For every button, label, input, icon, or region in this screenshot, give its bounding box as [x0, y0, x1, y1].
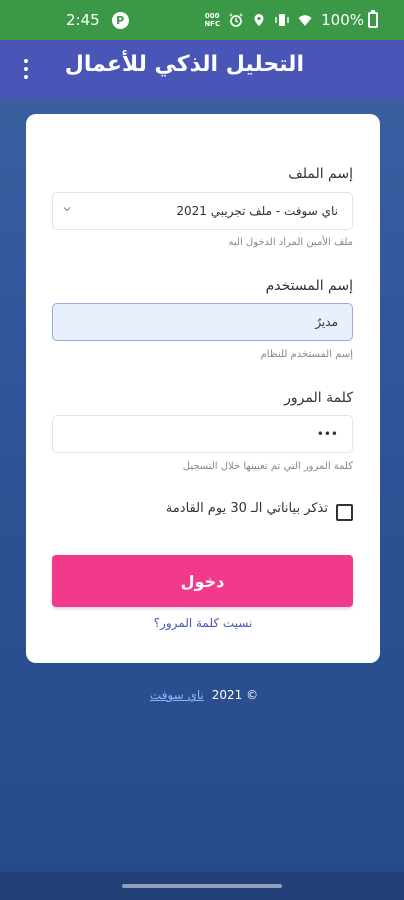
status-bar: 2:45 P 000 NFC 100%	[0, 0, 404, 40]
battery-icon	[368, 10, 378, 28]
status-time: 2:45	[66, 11, 100, 29]
username-field[interactable]: مديرٌ	[52, 303, 353, 341]
wifi-icon	[298, 15, 312, 26]
status-icons: 000 NFC 100%	[204, 10, 378, 29]
footer: © 2021 ناي سوفت	[0, 688, 404, 702]
file-select-value: ناي سوفت - ملف تجريبي 2021	[176, 204, 338, 218]
password-label: كلمة المرور	[284, 390, 353, 406]
location-icon	[254, 14, 264, 26]
app-title: التحليل الذكي للأعمال	[64, 52, 304, 77]
password-value: •••	[316, 427, 338, 441]
alarm-icon	[229, 13, 243, 27]
username-hint: إسم المستخدم للنظام	[260, 349, 353, 360]
password-field[interactable]: •••	[52, 415, 353, 453]
home-gesture-handle[interactable]	[122, 884, 282, 888]
file-hint: ملف الأمين المراد الدخول اليه	[228, 237, 353, 248]
app-notification-icon: P	[111, 11, 129, 29]
username-label: إسم المستخدم	[265, 278, 353, 294]
password-hint: كلمة المرور التي تم تعيينها خلال التسجيل	[182, 461, 353, 472]
username-value: مديرٌ	[315, 315, 338, 329]
remember-checkbox[interactable]	[336, 504, 353, 521]
vibrate-icon	[275, 14, 289, 26]
login-button[interactable]: دخول	[52, 555, 353, 607]
app-bar: التحليل الذكي للأعمال	[0, 40, 404, 98]
forgot-password-link[interactable]: نسيت كلمة المرور؟	[26, 616, 380, 630]
file-select[interactable]: ناي سوفت - ملف تجريبي 2021	[52, 192, 353, 230]
chevron-down-icon	[63, 207, 71, 212]
login-card: إسم الملف ناي سوفت - ملف تجريبي 2021 ملف…	[26, 114, 380, 663]
file-label: إسم الملف	[288, 166, 353, 182]
copyright-text: © 2021	[211, 688, 259, 702]
nfc-icon: 000 NFC	[204, 12, 221, 28]
more-vert-icon[interactable]	[14, 55, 38, 83]
battery-percent: 100%	[321, 11, 364, 29]
battery: 100%	[321, 10, 378, 29]
company-link[interactable]: ناي سوفت	[150, 688, 204, 702]
remember-label[interactable]: تذكر بياناتي الـ 30 يوم القادمة	[166, 501, 328, 516]
